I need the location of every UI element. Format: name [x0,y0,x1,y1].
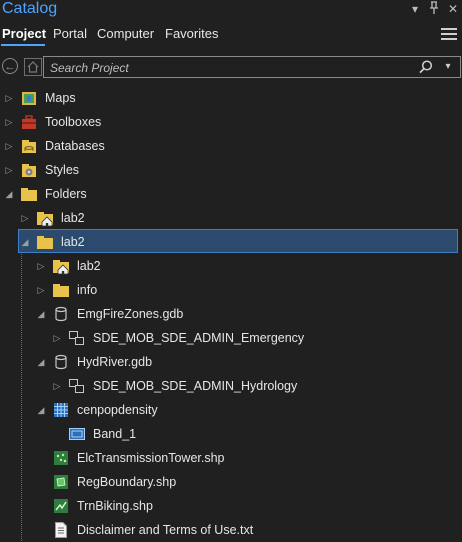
folder-icon [52,281,70,299]
close-icon[interactable]: ✕ [445,1,461,17]
search-box: ▾ [43,56,461,78]
tree-item-label: Databases [45,139,105,153]
expand-arrow-icon[interactable]: ▷ [52,380,62,392]
tree-item-label: cenpopdensity [77,403,158,417]
tree-item-databases[interactable]: ▷ Databases [0,134,462,158]
search-options-chevron-icon[interactable]: ▾ [440,59,456,75]
feature-dataset-icon [68,377,86,395]
tree-item-styles[interactable]: ▷ Styles [0,158,462,182]
polygon-shapefile-icon [52,473,70,491]
geodatabase-icon [52,305,70,323]
home-folder-icon [52,257,70,275]
back-arrow-icon[interactable]: ← [2,58,18,74]
tree-item-cenpopdensity[interactable]: ◢ cenpopdensity [0,398,462,422]
pane-titlebar: Catalog ▾ ✕ [0,0,462,22]
pane-title: Catalog [2,0,58,17]
expand-arrow-icon[interactable]: ▷ [36,260,46,272]
tree-item-label: lab2 [61,211,85,225]
catalog-tabs: Project Portal Computer Favorites [0,24,462,46]
tree-item-info[interactable]: ▷ info [0,278,462,302]
expand-arrow-icon[interactable]: ▷ [36,284,46,296]
tree-item-label: Band_1 [93,427,137,441]
tree-item-toolboxes[interactable]: ▷ Toolboxes [0,110,462,134]
geodatabase-icon [52,353,70,371]
tree-item-emgfirezones-gdb[interactable]: ◢ EmgFireZones.gdb [0,302,462,326]
search-input[interactable] [48,59,412,77]
tree-item-label: HydRiver.gdb [77,355,153,369]
expand-arrow-icon[interactable]: ▷ [20,212,30,224]
collapse-arrow-icon[interactable]: ◢ [20,236,30,248]
pin-icon[interactable] [426,1,442,17]
expand-arrow-icon[interactable]: ▷ [4,164,14,176]
line-shapefile-icon [52,497,70,515]
search-row: ← ▾ [0,56,462,78]
tree-item-label: RegBoundary.shp [77,475,177,489]
folder-icon [36,233,54,251]
tree-item-hydrology-dataset[interactable]: ▷ SDE_MOB_SDE_ADMIN_Hydrology [0,374,462,398]
tree-item-lab2-home[interactable]: ▷ lab2 [0,206,462,230]
tree-item-label: SDE_MOB_SDE_ADMIN_Hydrology [93,379,298,393]
collapse-arrow-icon[interactable]: ◢ [36,308,46,320]
tree-item-folders[interactable]: ◢ Folders [0,182,462,206]
tree-item-band-1[interactable]: Band_1 [0,422,462,446]
tree-item-label: TrnBiking.shp [77,499,153,513]
tree-item-lab2-nested[interactable]: ▷ lab2 [0,254,462,278]
styles-icon [20,161,38,179]
tree-item-label: info [77,283,98,297]
tree-item-hydriver-gdb[interactable]: ◢ HydRiver.gdb [0,350,462,374]
home-icon[interactable] [24,57,42,77]
toolbox-icon [20,113,38,131]
active-tab-indicator [1,44,45,46]
tree-item-lab2-selected[interactable]: ◢ lab2 [0,229,462,254]
tree-item-label: SDE_MOB_SDE_ADMIN_Emergency [93,331,305,345]
pane-options-dropdown-icon[interactable]: ▾ [407,1,423,17]
tree-item-label: Styles [45,163,80,177]
tree-item-label: ElcTransmissionTower.shp [77,451,225,465]
tree-item-trnbiking[interactable]: TrnBiking.shp [0,494,462,518]
collapse-arrow-icon[interactable]: ◢ [4,188,14,200]
tab-computer[interactable]: Computer [97,26,154,41]
tree-item-maps[interactable]: ▷ Maps [0,86,462,110]
tree-item-label: Disclaimer and Terms of Use.txt [77,523,254,537]
tab-favorites[interactable]: Favorites [165,26,218,41]
expand-arrow-icon[interactable]: ▷ [4,116,14,128]
raster-icon [52,401,70,419]
home-folder-icon [36,209,54,227]
collapse-arrow-icon[interactable]: ◢ [36,404,46,416]
tree-item-regboundary[interactable]: RegBoundary.shp [0,470,462,494]
point-shapefile-icon [52,449,70,467]
tree-item-label: lab2 [77,259,101,273]
hamburger-menu-icon[interactable] [440,26,458,42]
expand-arrow-icon[interactable]: ▷ [4,140,14,152]
tree-item-emergency-dataset[interactable]: ▷ SDE_MOB_SDE_ADMIN_Emergency [0,326,462,350]
tree-item-elctransmissiontower[interactable]: ElcTransmissionTower.shp [0,446,462,470]
tree-item-label: Maps [45,91,76,105]
maps-icon [20,89,38,107]
folder-icon [20,185,38,203]
tree-item-disclaimer-txt[interactable]: Disclaimer and Terms of Use.txt [0,518,462,542]
tree-item-label: Toolboxes [45,115,102,129]
search-icon[interactable] [418,59,434,75]
tab-project[interactable]: Project [2,26,46,41]
tree-item-label: lab2 [61,235,85,249]
tree-item-label: EmgFireZones.gdb [77,307,184,321]
expand-arrow-icon[interactable]: ▷ [4,92,14,104]
text-file-icon [52,521,70,539]
tab-portal[interactable]: Portal [53,26,87,41]
tree-item-label: Folders [45,187,87,201]
expand-arrow-icon[interactable]: ▷ [52,332,62,344]
feature-dataset-icon [68,329,86,347]
raster-band-icon [68,425,86,443]
collapse-arrow-icon[interactable]: ◢ [36,356,46,368]
database-icon [20,137,38,155]
